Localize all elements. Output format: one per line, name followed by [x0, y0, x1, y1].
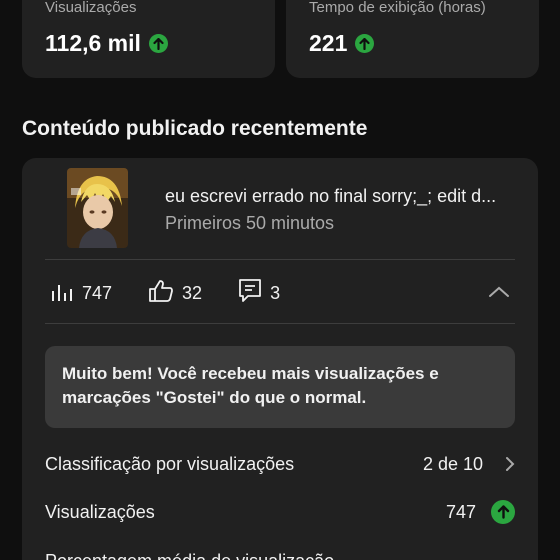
- thumbs-up-icon: [148, 279, 174, 308]
- views-row-value: 747: [445, 501, 476, 522]
- views-stat-value: 112,6 mil: [45, 30, 141, 56]
- video-title[interactable]: eu escrevi errado no final sorry;_; edit…: [165, 186, 496, 207]
- recent-content-card: eu escrevi errado no final sorry;_; edit…: [22, 158, 538, 560]
- likes-count: 32: [182, 282, 203, 303]
- views-metric: 747: [50, 280, 112, 307]
- views-row-label: Visualizações: [45, 501, 155, 522]
- section-title: Conteúdo publicado recentemente: [22, 117, 368, 140]
- watch-time-stat-value: 221: [309, 30, 348, 56]
- comments-metric: 3: [238, 278, 280, 309]
- views-stat-card[interactable]: Visualizações 112,6 mil: [22, 0, 275, 78]
- performance-notice: Muito bem! Você recebeu mais visualizaçõ…: [45, 346, 515, 428]
- video-thumbnail[interactable]: [67, 168, 128, 248]
- divider: [45, 259, 515, 260]
- views-row: Visualizações 747: [45, 497, 515, 527]
- collapse-button[interactable]: [485, 280, 513, 308]
- chevron-up-icon: [488, 285, 510, 303]
- arrow-up-icon: [491, 500, 515, 524]
- avg-percentage-row: Porcentagem média de visualização: [45, 546, 515, 560]
- chevron-right-icon: [505, 456, 515, 472]
- arrow-up-icon: [355, 34, 375, 53]
- watch-time-stat-label: Tempo de exibição (horas): [309, 0, 486, 16]
- ranking-row[interactable]: Classificação por visualizações 2 de 10: [45, 449, 515, 479]
- ranking-value: 2 de 10: [422, 453, 483, 474]
- video-subtitle: Primeiros 50 minutos: [165, 213, 335, 233]
- video-metrics: 747 32 3: [50, 276, 316, 310]
- views-stat-label: Visualizações: [45, 0, 137, 16]
- arrow-up-icon: [148, 34, 168, 53]
- comments-count: 3: [270, 282, 281, 303]
- likes-metric: 32: [148, 279, 202, 308]
- ranking-label: Classificação por visualizações: [45, 453, 295, 474]
- views-count: 747: [82, 282, 113, 303]
- bar-chart-icon: [50, 280, 74, 307]
- avg-percentage-label: Porcentagem média de visualização: [45, 551, 515, 560]
- watch-time-stat-card[interactable]: Tempo de exibição (horas) 221: [286, 0, 539, 78]
- comment-icon: [238, 278, 262, 309]
- divider: [45, 323, 515, 324]
